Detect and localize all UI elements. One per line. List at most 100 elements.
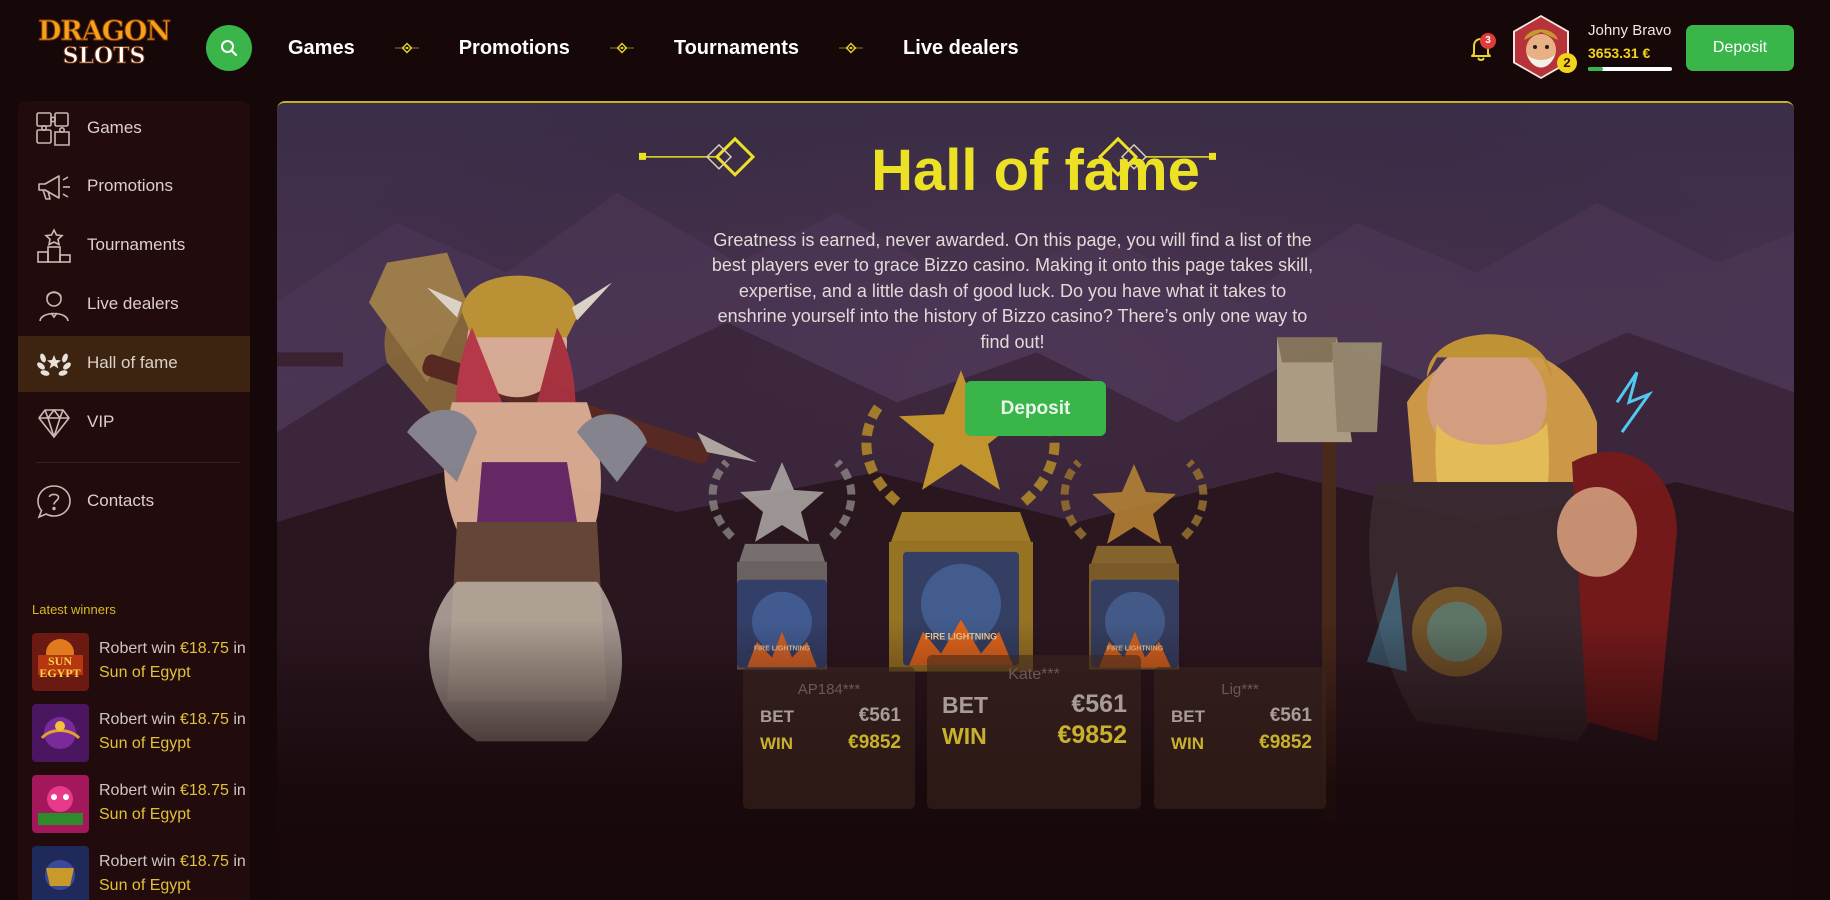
app-root: DRAGON SLOTS Games Promotions Tournament… bbox=[0, 0, 1830, 900]
user-level-badge: 2 bbox=[1557, 53, 1577, 73]
podium-bet-value: €561 bbox=[1071, 690, 1127, 718]
sidebar-item-hall-of-fame[interactable]: Hall of fame bbox=[18, 336, 250, 392]
dragon-slots-logo[interactable]: DRAGON SLOTS bbox=[36, 16, 172, 80]
diamond-icon bbox=[34, 403, 74, 443]
game-thumbnail bbox=[32, 775, 89, 833]
winner-name: Robert bbox=[99, 782, 148, 799]
sidebar-item-label: VIP bbox=[87, 412, 115, 431]
winner-prep: in bbox=[233, 711, 246, 728]
winner-amount: €18.75 bbox=[179, 711, 229, 728]
latest-winner-item[interactable]: SUN EGYPT Robert win €18.75 in Sun of Egy… bbox=[32, 633, 246, 693]
winner-action: win bbox=[151, 640, 176, 657]
latest-winner-text: Robert win €18.75 in Sun of Egypt bbox=[99, 850, 249, 898]
winner-action: win bbox=[151, 853, 176, 870]
nav-live-dealers[interactable]: Live dealers bbox=[903, 37, 1019, 60]
level-progress-fill bbox=[1588, 67, 1604, 71]
logo-line-2: SLOTS bbox=[62, 43, 146, 69]
diamond-separator-icon bbox=[394, 42, 419, 54]
page-title: Hall of fame bbox=[871, 138, 1200, 203]
sidebar-divider bbox=[36, 462, 240, 463]
game-thumbnail-sun-of-egypt: SUNEGYPT bbox=[32, 633, 89, 691]
search-icon bbox=[221, 40, 238, 57]
podium-win-value: €9852 bbox=[1259, 732, 1312, 753]
sidebar-item-games[interactable]: Games bbox=[18, 101, 250, 157]
header-deposit-button[interactable]: Deposit bbox=[1686, 25, 1794, 71]
logo-line-1: DRAGON bbox=[37, 16, 171, 47]
podium-win-label: WIN bbox=[760, 734, 794, 753]
latest-winner-item[interactable]: Robert win €18.75 in Sun of Egypt bbox=[32, 775, 246, 835]
sidebar-item-tournaments[interactable]: Tournaments bbox=[18, 218, 250, 274]
latest-winner-text: Robert win €18.75 in Sun of Egypt bbox=[99, 637, 249, 685]
podium-icon bbox=[34, 226, 74, 266]
podium-win-label: WIN bbox=[942, 723, 987, 749]
svg-text:EGYPT: EGYPT bbox=[39, 666, 80, 680]
hero-deposit-button[interactable]: Deposit bbox=[965, 381, 1106, 436]
winner-prep: in bbox=[233, 782, 246, 799]
podium-player-name: AP184*** bbox=[797, 681, 861, 698]
game-thumbnail bbox=[32, 704, 89, 762]
sidebar-item-label: Tournaments bbox=[87, 235, 186, 254]
latest-winner-item[interactable]: Robert win €18.75 in Sun of Egypt bbox=[32, 846, 246, 900]
winner-amount: €18.75 bbox=[179, 853, 229, 870]
podium-bet-label: BET bbox=[1171, 707, 1205, 726]
sidebar-item-label: Live dealers bbox=[87, 294, 179, 313]
dealer-icon bbox=[34, 285, 74, 325]
puzzle-icon bbox=[34, 109, 74, 149]
winner-game[interactable]: Sun of Egypt bbox=[99, 664, 191, 681]
hero-description: Greatness is earned, never awarded. On t… bbox=[711, 230, 1314, 352]
winner-amount: €18.75 bbox=[179, 640, 229, 657]
sidebar-item-label: Promotions bbox=[87, 176, 173, 195]
latest-winner-text: Robert win €18.75 in Sun of Egypt bbox=[99, 708, 249, 756]
winner-name: Robert bbox=[99, 711, 148, 728]
winner-name: Robert bbox=[99, 640, 148, 657]
podium-win-value: €9852 bbox=[1057, 721, 1127, 749]
latest-winner-text: Robert win €18.75 in Sun of Egypt bbox=[99, 779, 249, 827]
diamond-separator-icon bbox=[839, 42, 864, 54]
help-icon bbox=[34, 482, 74, 522]
latest-winner-item[interactable]: Robert win €18.75 in Sun of Egypt bbox=[32, 704, 246, 764]
user-balance: 3653.31 € bbox=[1588, 45, 1651, 61]
podium-bet-label: BET bbox=[942, 692, 988, 718]
podium-player-name: Kate*** bbox=[1008, 666, 1060, 683]
sidebar-item-promotions[interactable]: Promotions bbox=[18, 159, 250, 215]
winner-prep: in bbox=[233, 853, 246, 870]
podium-bet-label: BET bbox=[760, 707, 794, 726]
user-name[interactable]: Johny Bravo bbox=[1588, 22, 1671, 39]
sidebar-item-contacts[interactable]: Contacts bbox=[18, 474, 250, 530]
laurel-wreath-icon bbox=[34, 344, 74, 384]
sidebar-item-live-dealers[interactable]: Live dealers bbox=[18, 277, 250, 333]
podium-bet-value: €561 bbox=[1269, 705, 1312, 726]
nav-promotions[interactable]: Promotions bbox=[459, 37, 570, 60]
hall-of-fame-section: FIRE LIGHTNING FIRE LIGHTNING FIRE LIGHT… bbox=[277, 101, 1794, 900]
diamond-separator-icon bbox=[609, 42, 634, 54]
notification-count-badge: 3 bbox=[1480, 33, 1496, 49]
level-progress-bar bbox=[1588, 67, 1672, 71]
winner-game[interactable]: Sun of Egypt bbox=[99, 735, 191, 752]
podium-card-second[interactable]: AP184*** BET €561 WIN €9852 bbox=[743, 667, 915, 809]
latest-winners-title: Latest winners bbox=[32, 602, 116, 617]
winner-game[interactable]: Sun of Egypt bbox=[99, 806, 191, 823]
top-navigation: Games Promotions Tournaments Live dealer… bbox=[288, 28, 1019, 68]
winner-action: win bbox=[151, 711, 176, 728]
podium-bet-value: €561 bbox=[858, 705, 901, 726]
megaphone-icon bbox=[34, 167, 74, 207]
search-button[interactable] bbox=[206, 25, 252, 71]
top-header: DRAGON SLOTS Games Promotions Tournament… bbox=[0, 0, 1830, 96]
winner-prep: in bbox=[233, 640, 246, 657]
podium-player-name: Lig*** bbox=[1221, 681, 1259, 698]
podium-win-label: WIN bbox=[1171, 734, 1205, 753]
winner-action: win bbox=[151, 782, 176, 799]
podium-card-first[interactable]: Kate*** BET €561 WIN €9852 bbox=[927, 655, 1141, 809]
game-thumbnail bbox=[32, 846, 89, 900]
winner-name: Robert bbox=[99, 853, 148, 870]
sidebar-item-label: Hall of fame bbox=[87, 353, 178, 372]
podium-card-third[interactable]: Lig*** BET €561 WIN €9852 bbox=[1154, 667, 1326, 809]
nav-games[interactable]: Games bbox=[288, 37, 355, 60]
winner-amount: €18.75 bbox=[179, 782, 229, 799]
nav-tournaments[interactable]: Tournaments bbox=[674, 37, 799, 60]
winner-game[interactable]: Sun of Egypt bbox=[99, 877, 191, 894]
podium-win-value: €9852 bbox=[848, 732, 901, 753]
sidebar-item-vip[interactable]: VIP bbox=[18, 395, 250, 451]
sidebar: Games Promotions Tournaments Live dealer… bbox=[18, 101, 250, 900]
sidebar-item-label: Games bbox=[87, 118, 142, 137]
